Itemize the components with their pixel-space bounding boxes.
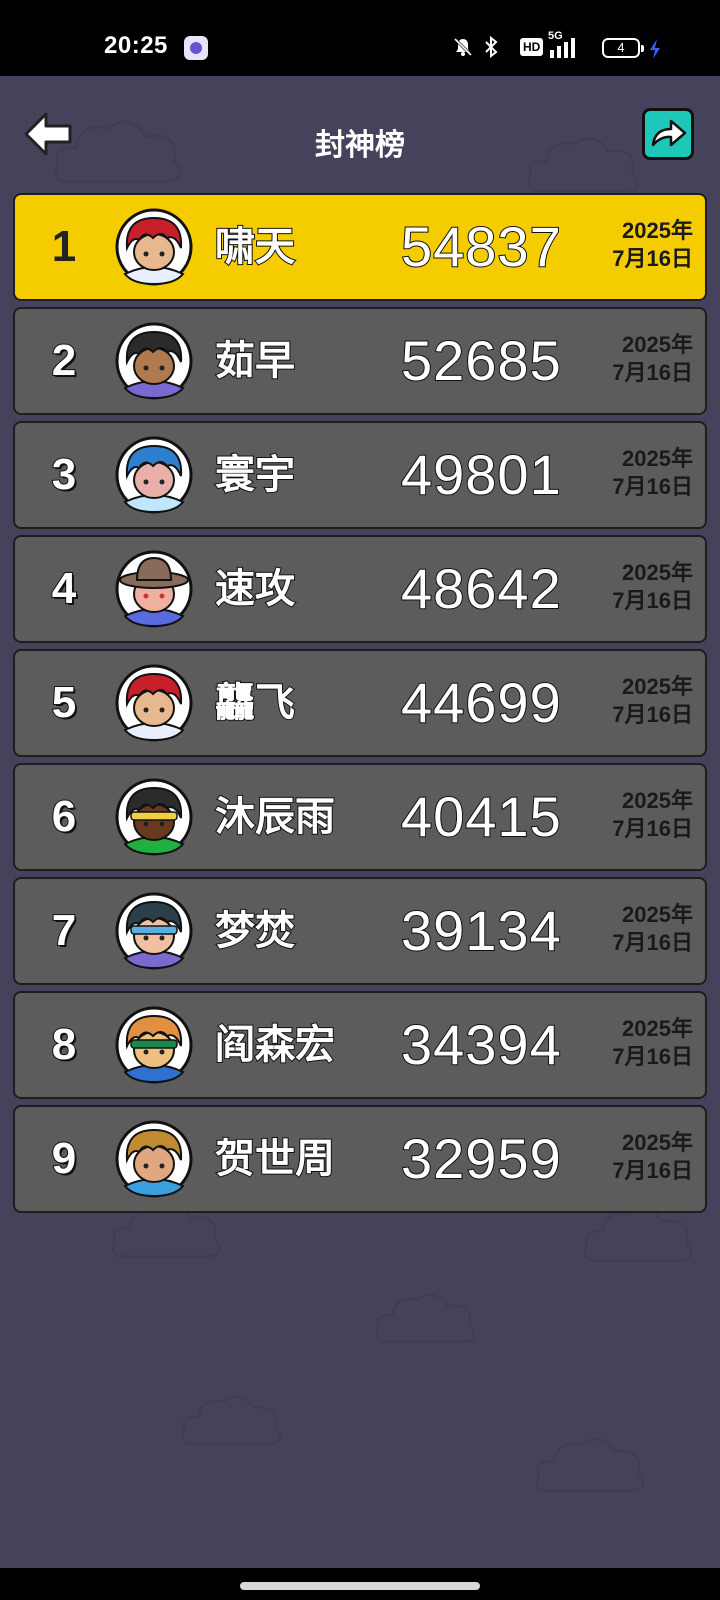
leaderboard-row[interactable]: 2 茹早 52685 2025年 7月16日 — [13, 307, 707, 415]
share-arrow-icon — [651, 119, 687, 147]
score-date-day: 7月16日 — [612, 246, 693, 271]
player-score: 39134 — [400, 898, 562, 963]
rank-number: 6 — [51, 791, 77, 842]
score-date-year: 2025年 — [622, 560, 693, 585]
leaderboard-row[interactable]: 9 贺世周 32959 2025年 7月16日 — [13, 1105, 707, 1213]
rank-number: 8 — [51, 1019, 77, 1070]
hat-avatar-icon — [115, 550, 193, 628]
rank-number: 2 — [51, 335, 77, 386]
score-date-day: 7月16日 — [612, 816, 693, 841]
score-date-year: 2025年 — [622, 332, 693, 357]
battery-icon: 4 — [602, 38, 644, 58]
leaderboard-row[interactable]: 8 阎森宏 34394 2025年 7月16日 — [13, 991, 707, 1099]
leaderboard-row[interactable]: 7 梦焚 39134 2025年 7月16日 — [13, 877, 707, 985]
player-name: 速攻 — [214, 566, 296, 612]
score-date-day: 7月16日 — [612, 930, 693, 955]
player-score: 40415 — [400, 784, 562, 849]
status-time: 20:25 — [104, 32, 168, 59]
player-score: 52685 — [400, 328, 562, 393]
cloud-decoration-icon — [535, 1437, 645, 1492]
score-date: 2025年 7月16日 — [612, 445, 693, 501]
leaderboard-row[interactable]: 4 速攻 48642 2025年 7月16日 — [13, 535, 707, 643]
mute-bell-icon — [453, 37, 473, 57]
red-hair-avatar-icon — [115, 664, 193, 742]
score-date-year: 2025年 — [622, 674, 693, 699]
score-date: 2025年 7月16日 — [612, 559, 693, 615]
player-score: 48642 — [400, 556, 562, 621]
player-name: 贺世周 — [214, 1136, 336, 1182]
rank-number: 5 — [51, 677, 77, 728]
brown-hair-avatar-icon — [115, 1120, 193, 1198]
player-name: 寰宇 — [214, 452, 296, 498]
score-date: 2025年 7月16日 — [612, 331, 693, 387]
score-date-year: 2025年 — [622, 788, 693, 813]
leaderboard-list: 1 啸天 54837 2025年 7月16日 2 茹早 52685 2025年 … — [13, 193, 707, 1219]
score-date-year: 2025年 — [622, 902, 693, 927]
rank-number: 7 — [51, 905, 77, 956]
score-date-day: 7月16日 — [612, 588, 693, 613]
signal-icon — [550, 38, 575, 58]
player-name: 梦焚 — [214, 908, 296, 954]
score-date-year: 2025年 — [622, 1130, 693, 1155]
player-score: 49801 — [400, 442, 562, 507]
score-date: 2025年 7月16日 — [612, 901, 693, 957]
player-score: 44699 — [400, 670, 562, 735]
score-date-day: 7月16日 — [612, 474, 693, 499]
cloud-decoration-icon — [375, 1293, 476, 1344]
score-date: 2025年 7月16日 — [612, 673, 693, 729]
score-date: 2025年 7月16日 — [612, 1129, 693, 1185]
hd-badge: HD — [520, 38, 544, 56]
charging-bolt-icon — [650, 39, 660, 59]
blue-hair-avatar-icon — [115, 436, 193, 514]
notification-app-icon — [184, 36, 208, 60]
blindfold-avatar-icon — [115, 892, 193, 970]
player-score: 54837 — [400, 214, 562, 279]
player-name: 啸天 — [214, 224, 296, 270]
score-date: 2025年 7月16日 — [612, 217, 693, 273]
player-name: 茹早 — [214, 338, 296, 384]
headband-avatar-icon — [115, 778, 193, 856]
leaderboard-row[interactable]: 3 寰宇 49801 2025年 7月16日 — [13, 421, 707, 529]
bluetooth-icon — [485, 36, 498, 58]
player-score: 32959 — [400, 1126, 562, 1191]
score-date-year: 2025年 — [622, 1016, 693, 1041]
header: 封神榜 — [0, 76, 720, 186]
leaderboard-row[interactable]: 5 龘飞 44699 2025年 7月16日 — [13, 649, 707, 757]
player-name: 沐辰雨 — [214, 794, 336, 840]
score-date-day: 7月16日 — [612, 702, 693, 727]
player-name: 龘飞 — [214, 680, 296, 726]
leaderboard-screen: 20:25 HD 5G 4 封神榜 1 啸天 54837 2025年 7月16日… — [0, 0, 720, 1600]
score-date-year: 2025年 — [622, 218, 693, 243]
score-date-day: 7月16日 — [612, 360, 693, 385]
score-date-day: 7月16日 — [612, 1158, 693, 1183]
player-score: 34394 — [400, 1012, 562, 1077]
score-date: 2025年 7月16日 — [612, 787, 693, 843]
rank-number: 9 — [51, 1133, 77, 1184]
page-title: 封神榜 — [315, 129, 405, 162]
red-hair-avatar-icon — [115, 208, 193, 286]
rank-number: 4 — [51, 563, 77, 614]
score-date-day: 7月16日 — [612, 1044, 693, 1069]
player-name: 阎森宏 — [214, 1022, 336, 1068]
black-hair-avatar-icon — [115, 322, 193, 400]
home-indicator[interactable] — [240, 1582, 480, 1590]
goggles-avatar-icon — [115, 1006, 193, 1084]
leaderboard-row[interactable]: 1 啸天 54837 2025年 7月16日 — [13, 193, 707, 301]
rank-number: 3 — [51, 449, 77, 500]
share-button[interactable] — [642, 108, 694, 160]
status-bar: 20:25 HD 5G 4 — [0, 0, 720, 76]
rank-number: 1 — [51, 222, 77, 271]
score-date-year: 2025年 — [622, 446, 693, 471]
score-date: 2025年 7月16日 — [612, 1015, 693, 1071]
cloud-decoration-icon — [181, 1395, 282, 1446]
leaderboard-row[interactable]: 6 沐辰雨 40415 2025年 7月16日 — [13, 763, 707, 871]
